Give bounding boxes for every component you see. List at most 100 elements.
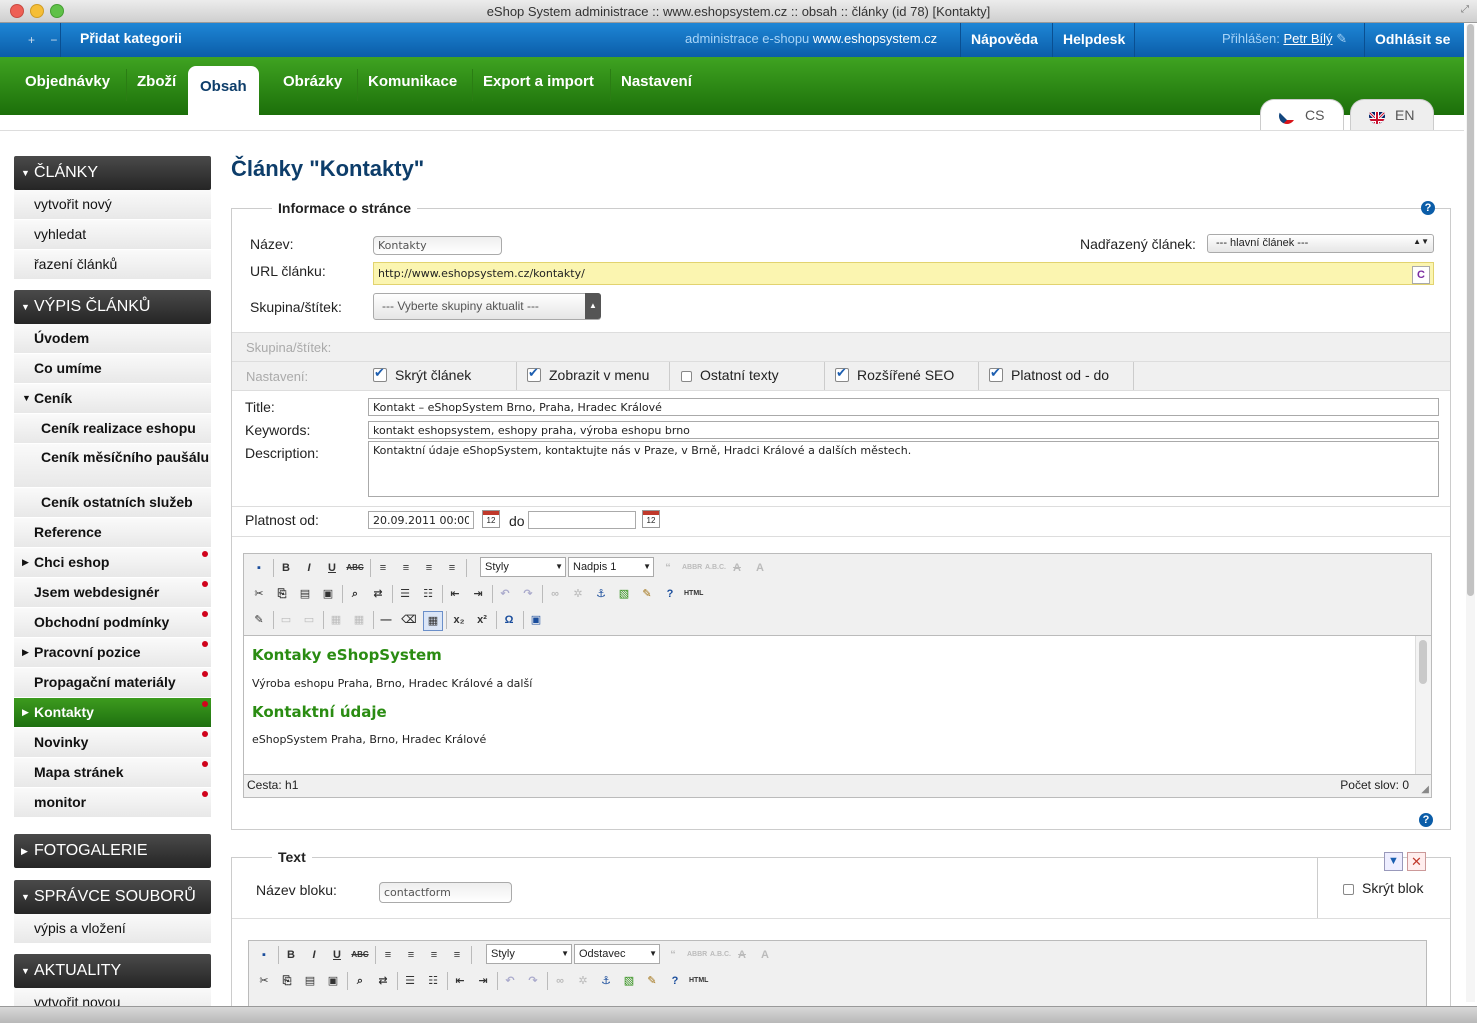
editor-scrollbar[interactable] [1415, 636, 1431, 774]
html-icon[interactable]: HTML [689, 972, 708, 990]
horizontal-rule-icon[interactable]: — [377, 611, 395, 629]
anchor-icon[interactable]: ⚓ [597, 972, 615, 990]
undo-icon[interactable]: ↶ [496, 585, 514, 603]
italic-icon[interactable]: I [305, 946, 323, 964]
html-icon[interactable]: HTML [684, 585, 703, 603]
logout-button[interactable]: Odhlásit se [1364, 23, 1460, 57]
table-row-icon[interactable]: ▭ [277, 611, 295, 629]
sidebar-item-cenik-sluzeb[interactable]: Ceník ostatních služeb [14, 488, 211, 518]
seo-title-input[interactable] [368, 398, 1439, 416]
sidebar-item-kontakty[interactable]: ▶ Kontakty [14, 698, 211, 728]
block-name-input[interactable] [379, 882, 512, 903]
underline-icon[interactable]: U [328, 946, 346, 964]
parent-select[interactable]: --- hlavní článek --- ▲▼ [1207, 234, 1434, 253]
sidebar-item-cenik-realizace[interactable]: Ceník realizace eshopu [14, 414, 211, 444]
strikethrough-icon[interactable]: ABC [351, 946, 369, 964]
tab-obrazky[interactable]: Obrázky [273, 73, 352, 90]
add-category-link[interactable]: Přidat kategorii [80, 30, 182, 46]
sidebar-item-propagacni[interactable]: Propagační materiály [14, 668, 211, 698]
check-ostatni-texty[interactable]: Ostatní texty [681, 367, 779, 383]
copy-icon[interactable]: ⎘ [278, 972, 296, 990]
unlink-icon[interactable]: ✲ [569, 585, 587, 603]
check-platnost[interactable]: Platnost od - do [989, 365, 1109, 383]
check-zobrazit-menu[interactable]: Zobrazit v menu [527, 365, 649, 383]
sidebar-item-create-article[interactable]: vytvořit nový [14, 190, 211, 220]
editor-content-area[interactable]: Kontaky eShopSystem Výroba eshopu Praha,… [244, 635, 1431, 775]
numbered-list-icon[interactable]: ☷ [424, 972, 442, 990]
quote-icon[interactable]: “ [664, 946, 682, 964]
tab-nastaveni[interactable]: Nastavení [611, 73, 702, 90]
admin-site[interactable]: www.eshopsystem.cz [813, 31, 937, 46]
sidebar-section-spravce[interactable]: ▼ SPRÁVCE SOUBORŮ [14, 880, 211, 914]
check-hide-block[interactable]: Skrýt blok [1343, 880, 1423, 896]
tab-zbozi[interactable]: Zboží [127, 73, 186, 90]
pencil-icon[interactable]: ✎ [1336, 31, 1347, 46]
sidebar-item-cenik[interactable]: ▼ Ceník [14, 384, 211, 414]
sidebar-section-vypis[interactable]: ▼ VÝPIS ČLÁNKŮ [14, 290, 211, 324]
styles-select[interactable]: Styly ▼ [480, 557, 566, 577]
format-select[interactable]: Nadpis 1 ▼ [568, 557, 654, 577]
sidebar-item-cenik-pausalu[interactable]: Ceník měsíčního paušálu [14, 444, 211, 488]
tab-objednavky[interactable]: Objednávky [15, 73, 120, 90]
align-left-icon[interactable]: ≡ [379, 946, 397, 964]
link-icon[interactable]: ∞ [546, 585, 564, 603]
help-button[interactable]: Nápověda [960, 23, 1048, 57]
delete-block-icon[interactable]: ✕ [1407, 852, 1426, 871]
merge-cells-icon[interactable]: ▦ [327, 611, 345, 629]
checkbox[interactable] [527, 365, 541, 382]
page-scrollbar[interactable] [1466, 24, 1475, 1002]
find-icon[interactable]: ⌕ [351, 972, 369, 990]
sidebar-item-co-umime[interactable]: Co umíme [14, 354, 211, 384]
save-icon[interactable]: ▪ [255, 946, 273, 964]
bullet-list-icon[interactable]: ☰ [401, 972, 419, 990]
checkbox[interactable] [835, 365, 849, 382]
special-char-icon[interactable]: Ω [500, 611, 518, 629]
outdent-icon[interactable]: ⇤ [446, 585, 464, 603]
indent-icon[interactable]: ⇥ [469, 585, 487, 603]
unlink-icon[interactable]: ✲ [574, 972, 592, 990]
align-justify-icon[interactable]: ≡ [443, 559, 461, 577]
sidebar-item-monitor[interactable]: monitor [14, 788, 211, 818]
checkbox[interactable] [989, 365, 1003, 382]
sidebar-item-pracovni-pozice[interactable]: ▶ Pracovní pozice [14, 638, 211, 668]
resize-handle-icon[interactable]: ◢ [1421, 784, 1429, 795]
image-icon[interactable]: ▧ [620, 972, 638, 990]
expand-collapse-buttons[interactable]: + − [28, 33, 63, 47]
replace-icon[interactable]: ⇄ [369, 585, 387, 603]
bullet-list-icon[interactable]: ☰ [396, 585, 414, 603]
cut-icon[interactable]: ✂ [255, 972, 273, 990]
undo-icon[interactable]: ↶ [501, 972, 519, 990]
tab-komunikace[interactable]: Komunikace [358, 73, 467, 90]
strikethrough-icon[interactable]: ABC [346, 559, 364, 577]
link-icon[interactable]: ∞ [551, 972, 569, 990]
lang-tab-en[interactable]: EN [1350, 99, 1434, 131]
ins-icon[interactable]: A [751, 559, 769, 577]
collapse-down-icon[interactable]: ▼ [1384, 852, 1403, 871]
validity-to-input[interactable] [528, 511, 636, 529]
tab-export-import[interactable]: Export a import [473, 73, 604, 90]
del-icon[interactable]: A [733, 946, 751, 964]
sidebar-item-mapa-stranek[interactable]: Mapa stránek [14, 758, 211, 788]
paste-word-icon[interactable]: ▣ [324, 972, 342, 990]
checkbox[interactable] [373, 365, 387, 382]
tab-obsah[interactable]: Obsah [188, 66, 259, 115]
help-icon[interactable]: ? [1421, 201, 1435, 215]
abbr-icon[interactable]: ABBR [682, 559, 702, 577]
sidebar-item-obchodni-podminky[interactable]: Obchodní podmínky [14, 608, 211, 638]
italic-icon[interactable]: I [300, 559, 318, 577]
copy-icon[interactable]: ⎘ [273, 585, 291, 603]
helpdesk-button[interactable]: Helpdesk [1052, 23, 1135, 57]
align-left-icon[interactable]: ≡ [374, 559, 392, 577]
paste-icon[interactable]: ▤ [296, 585, 314, 603]
page-scroll-thumb[interactable] [1467, 24, 1474, 596]
numbered-list-icon[interactable]: ☷ [419, 585, 437, 603]
validity-from-input[interactable] [368, 511, 474, 529]
checkbox[interactable] [681, 371, 692, 382]
help-icon[interactable]: ? [666, 972, 684, 990]
cleanup-icon[interactable]: ✎ [638, 585, 656, 603]
url-copy-button[interactable]: C [1412, 266, 1430, 284]
image-icon[interactable]: ▧ [615, 585, 633, 603]
bold-icon[interactable]: B [277, 559, 295, 577]
superscript-icon[interactable]: x² [473, 611, 491, 629]
check-rozsirene-seo[interactable]: Rozšířené SEO [835, 365, 954, 383]
